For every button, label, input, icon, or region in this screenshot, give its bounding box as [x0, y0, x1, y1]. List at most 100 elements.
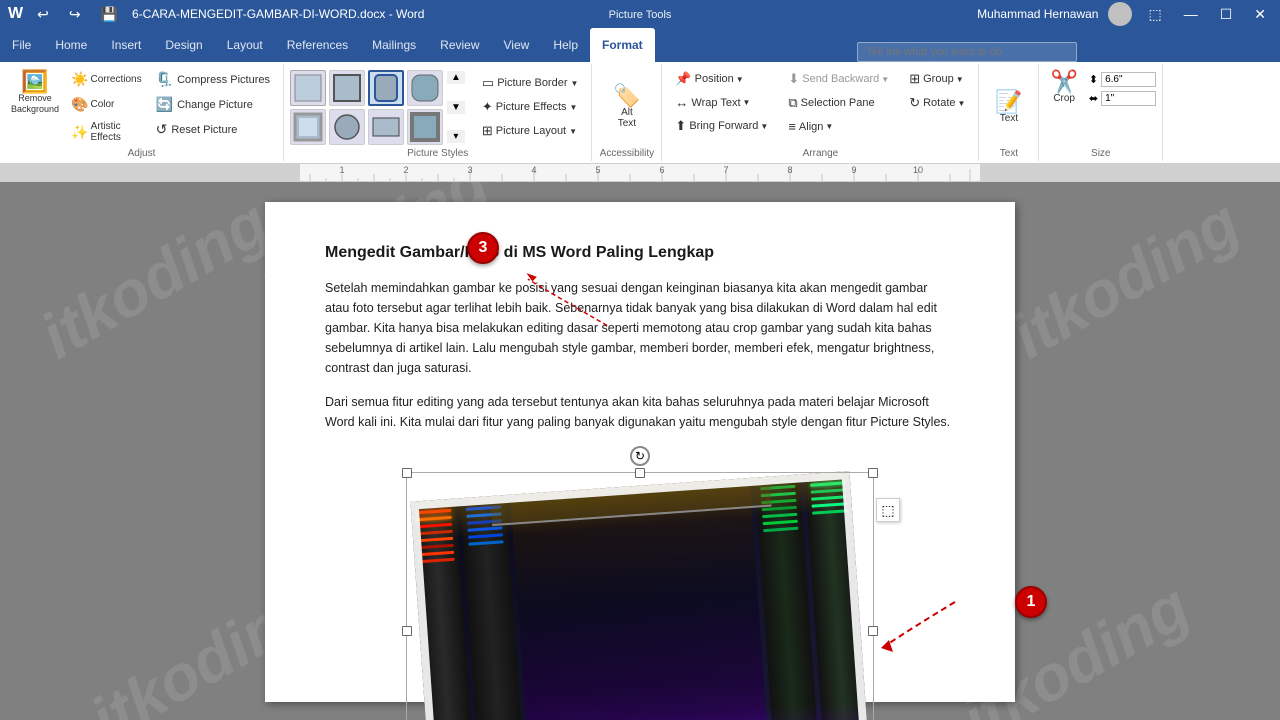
artistic-effects-btn[interactable]: ✨ ArtisticEffects	[66, 118, 147, 146]
arrange-label: Arrange	[803, 146, 839, 159]
remove-bg-btn[interactable]: 🖼️ RemoveBackground	[6, 68, 64, 118]
user-avatar	[1108, 2, 1132, 26]
pic-styles-label: Picture Styles	[407, 146, 468, 159]
undo-btn[interactable]: ↩	[31, 4, 55, 25]
text-btn[interactable]: 📝 Text	[990, 88, 1027, 127]
arrange-col2: ⬇ Send Backward ▼ ⧉ Selection Pane ≡ Ali…	[781, 68, 896, 137]
page: Mengedit Gambar/Foto di MS Word Paling L…	[265, 202, 1015, 702]
wrap-text-btn[interactable]: ↔ Wrap Text ▼	[668, 92, 775, 113]
svg-text:1: 1	[339, 165, 344, 175]
svg-text:8: 8	[787, 165, 792, 175]
picture-layout-btn[interactable]: ⊞ Picture Layout ▼	[475, 120, 586, 142]
ruler: 1 2 3 4 5 6 7 8 9 10 2	[0, 164, 1280, 182]
handle-tl[interactable]	[402, 468, 412, 478]
alt-text-icon: 🏷️	[613, 85, 640, 107]
position-label: Position	[695, 73, 734, 85]
accessibility-items: 🏷️ AltText	[608, 68, 645, 146]
tab-references[interactable]: References	[275, 28, 360, 62]
pic-style-3[interactable]	[368, 70, 404, 106]
dashed-line-1	[865, 586, 985, 666]
crop-label: Crop	[1053, 93, 1075, 104]
bring-forward-label: Bring Forward	[689, 120, 758, 132]
tab-file[interactable]: File	[0, 28, 43, 62]
pic-style-8[interactable]	[407, 109, 443, 145]
size-inputs: ⬍ ⬌	[1089, 72, 1156, 106]
position-btn[interactable]: 📌 Position ▼	[668, 68, 775, 90]
svg-text:10: 10	[913, 165, 923, 175]
rotate-btn[interactable]: ↻ Rotate ▼	[902, 92, 972, 114]
crop-icon: ✂️	[1050, 71, 1077, 93]
bring-forward-arrow: ▼	[760, 122, 768, 131]
doc-area: itkoding itkoding itkoding itkoding itko…	[0, 182, 1280, 720]
pic-style-4[interactable]	[407, 70, 443, 106]
rotate-handle-wrap: ↻	[325, 446, 955, 466]
ruler-svg: 1 2 3 4 5 6 7 8 9 10	[0, 164, 1280, 182]
reset-picture-btn[interactable]: ↺ Reset Picture	[149, 118, 277, 141]
send-backward-arrow: ▼	[881, 75, 889, 84]
tab-home[interactable]: Home	[43, 28, 99, 62]
group-btn[interactable]: ⊞ Group ▼	[902, 68, 972, 90]
picture-effects-btn[interactable]: ✦ Picture Effects ▼	[475, 96, 586, 118]
picture-layout-icon: ⊞	[482, 123, 493, 139]
minimize-btn[interactable]: —	[1178, 4, 1204, 24]
pic-styles-up[interactable]: ▲	[447, 71, 465, 84]
handle-ml[interactable]	[402, 626, 412, 636]
wrap-text-float-icon[interactable]: ⬚	[876, 498, 900, 522]
picture-border-label: Picture Border	[497, 77, 567, 89]
pic-style-1[interactable]	[290, 70, 326, 106]
tab-review[interactable]: Review	[428, 28, 491, 62]
ruler-inner: 1 2 3 4 5 6 7 8 9 10	[0, 164, 1280, 181]
send-backward-btn[interactable]: ⬇ Send Backward ▼	[781, 68, 896, 90]
width-input[interactable]	[1101, 91, 1156, 106]
height-label: ⬍	[1089, 73, 1098, 86]
pic-style-5[interactable]	[290, 109, 326, 145]
corrections-label: Corrections	[90, 74, 141, 85]
text-icon: 📝	[995, 91, 1022, 113]
alt-text-btn[interactable]: 🏷️ AltText	[608, 82, 645, 132]
align-btn[interactable]: ≡ Align ▼	[781, 116, 896, 137]
color-icon: 🎨	[71, 96, 88, 113]
picture-border-btn[interactable]: ▭ Picture Border ▼	[475, 72, 586, 94]
tab-view[interactable]: View	[492, 28, 542, 62]
change-picture-btn[interactable]: 🔄 Change Picture	[149, 93, 277, 116]
watermark-1: itkoding	[28, 185, 281, 374]
maximize-btn[interactable]: ☐	[1214, 4, 1239, 25]
reset-label: Reset Picture	[171, 124, 237, 136]
send-backward-icon: ⬇	[788, 71, 799, 87]
tab-help[interactable]: Help	[541, 28, 590, 62]
handle-tr[interactable]	[868, 468, 878, 478]
pic-styles-down[interactable]: ▼	[447, 101, 465, 114]
pic-styles-more[interactable]: ▾	[447, 130, 465, 143]
handle-tc[interactable]	[635, 468, 645, 478]
tab-format[interactable]: Format	[590, 28, 655, 62]
svg-text:6: 6	[659, 165, 664, 175]
pic-style-2[interactable]	[329, 70, 365, 106]
picture-layout-arrow: ▼	[569, 127, 577, 136]
color-btn[interactable]: 🎨 Color	[66, 93, 147, 116]
close-btn[interactable]: ✕	[1248, 4, 1272, 25]
tab-mailings[interactable]: Mailings	[360, 28, 428, 62]
quick-save-btn[interactable]: 💾	[95, 4, 124, 25]
compress-icon: 🗜️	[156, 71, 173, 88]
compress-btn[interactable]: 🗜️ Compress Pictures	[149, 68, 277, 91]
ribbon-toggle-btn[interactable]: ⬚	[1142, 4, 1167, 25]
svg-text:5: 5	[595, 165, 600, 175]
bring-forward-btn[interactable]: ⬆ Bring Forward ▼	[668, 115, 775, 137]
pic-format-btns: ▭ Picture Border ▼ ✦ Picture Effects ▼ ⊞…	[475, 72, 586, 142]
pic-style-6[interactable]	[329, 109, 365, 145]
tab-insert[interactable]: Insert	[99, 28, 153, 62]
pic-style-7[interactable]	[368, 109, 404, 145]
redo-btn[interactable]: ↪	[63, 4, 87, 25]
corrections-btn[interactable]: ☀️ Corrections	[66, 68, 147, 91]
title-filename: 6-CARA-MENGEDIT-GAMBAR-DI-WORD.docx - Wo…	[132, 7, 424, 21]
tab-design[interactable]: Design	[153, 28, 214, 62]
crop-btn[interactable]: ✂️ Crop	[1045, 68, 1082, 107]
search-input[interactable]	[857, 42, 1077, 62]
tab-layout[interactable]: Layout	[215, 28, 275, 62]
selection-pane-btn[interactable]: ⧉ Selection Pane	[781, 92, 896, 114]
picture-layout-label: Picture Layout	[496, 125, 566, 137]
group-arrow: ▼	[956, 75, 964, 84]
height-input[interactable]	[1101, 72, 1156, 87]
handle-mr[interactable]	[868, 626, 878, 636]
rotate-handle[interactable]: ↻	[630, 446, 650, 466]
